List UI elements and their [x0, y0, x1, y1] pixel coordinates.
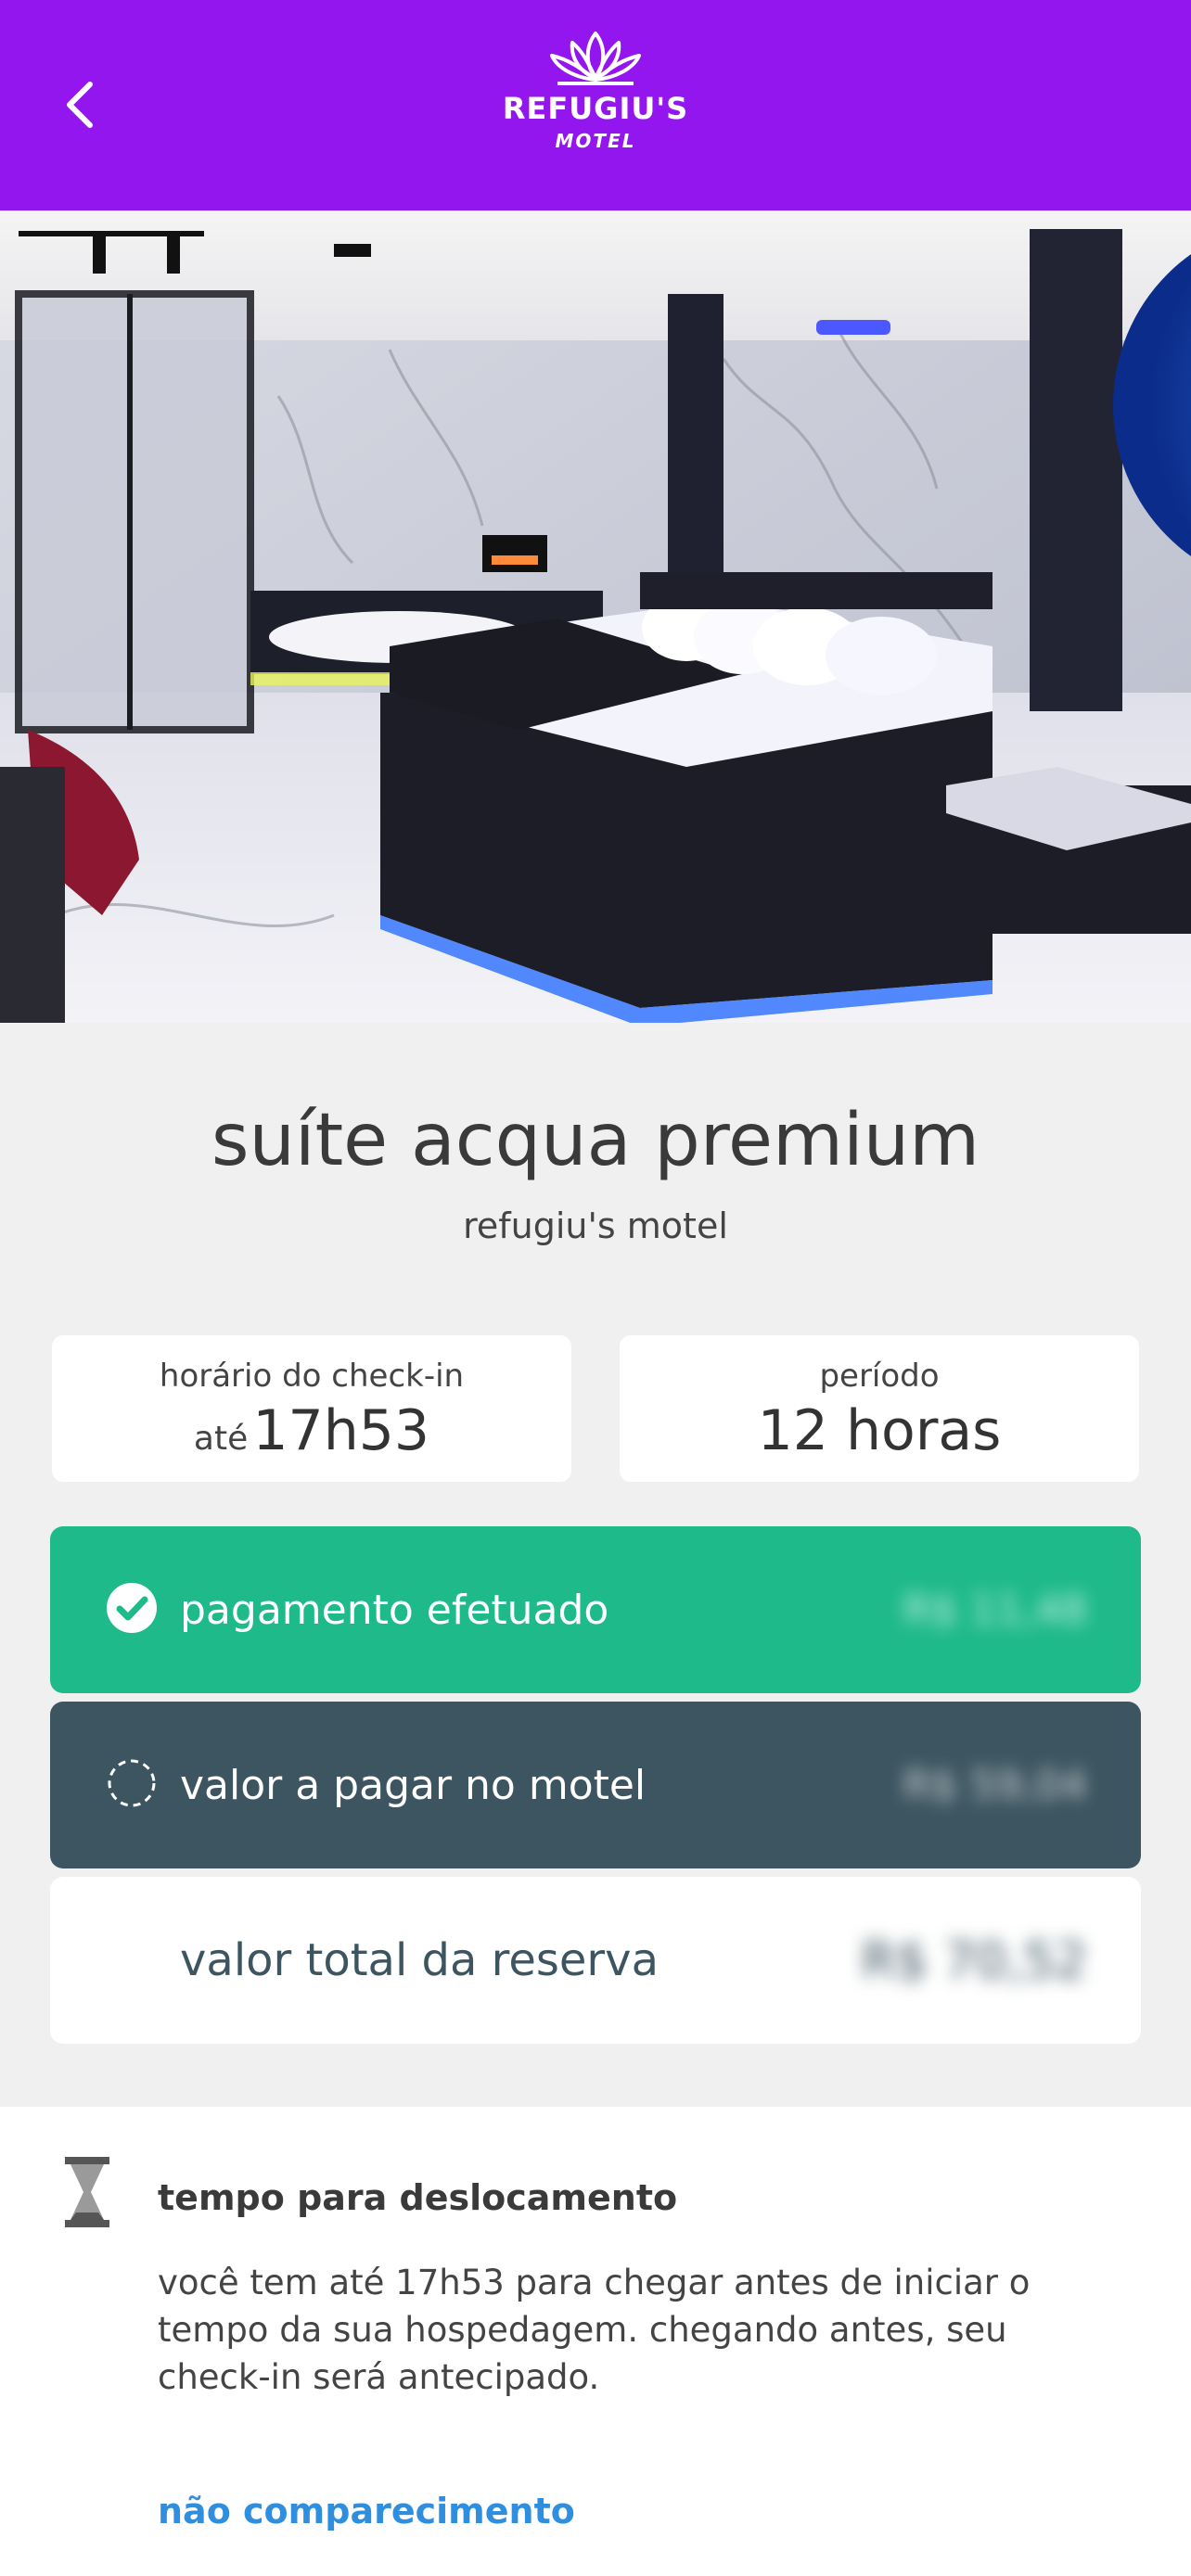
- chevron-left-icon: [67, 82, 93, 128]
- top-app-bar: REFUGIU'S MOTEL: [0, 0, 1191, 210]
- check-circle-icon: [107, 1583, 157, 1633]
- checkin-prefix: até: [193, 1420, 249, 1458]
- dashed-circle-icon: [108, 1759, 156, 1807]
- checkin-label: horário do check-in: [159, 1358, 465, 1395]
- suite-title: suíte acqua premium: [211, 1099, 980, 1182]
- total-row: valor total da reserva R$ 70,52: [50, 1877, 1141, 2044]
- motel-name: refugiu's motel: [463, 1205, 728, 1246]
- travel-title: tempo para deslocamento: [158, 2177, 678, 2218]
- period-card: período 12 horas: [620, 1335, 1139, 1482]
- travel-info-section: tempo para deslocamento você tem até 17h…: [0, 2107, 1191, 2576]
- lotus-icon: [550, 32, 641, 85]
- no-show-link[interactable]: não comparecimento: [158, 2491, 575, 2531]
- back-button[interactable]: [46, 72, 111, 137]
- period-label: período: [819, 1358, 940, 1395]
- suite-photo: [0, 210, 1191, 1023]
- hourglass-icon: [65, 2157, 109, 2227]
- brand-logo: REFUGIU'S MOTEL: [456, 30, 735, 169]
- pay-at-motel-label: valor a pagar no motel: [180, 1761, 647, 1809]
- brand-name: REFUGIU'S: [502, 91, 689, 126]
- period-value-row: 12 horas: [620, 1398, 1139, 1463]
- brand-subtitle: MOTEL: [555, 130, 636, 152]
- total-amount: R$ 70,52: [861, 1931, 1087, 1990]
- checkin-value-row: até 17h53: [52, 1398, 571, 1463]
- total-label: valor total da reserva: [180, 1934, 659, 1986]
- checkin-card: horário do check-in até 17h53: [52, 1335, 571, 1482]
- payment-done-label: pagamento efetuado: [180, 1586, 609, 1634]
- pay-at-motel-row: valor a pagar no motel R$ 59,04: [50, 1702, 1141, 1868]
- payment-done-amount: R$ 11,48: [903, 1586, 1087, 1634]
- travel-text: você tem até 17h53 para chegar antes de …: [158, 2263, 1031, 2397]
- period-value: 12 horas: [757, 1398, 1002, 1463]
- checkin-time: 17h53: [252, 1398, 430, 1463]
- payment-done-row: pagamento efetuado R$ 11,48: [50, 1526, 1141, 1693]
- pay-at-motel-amount: R$ 59,04: [903, 1761, 1087, 1809]
